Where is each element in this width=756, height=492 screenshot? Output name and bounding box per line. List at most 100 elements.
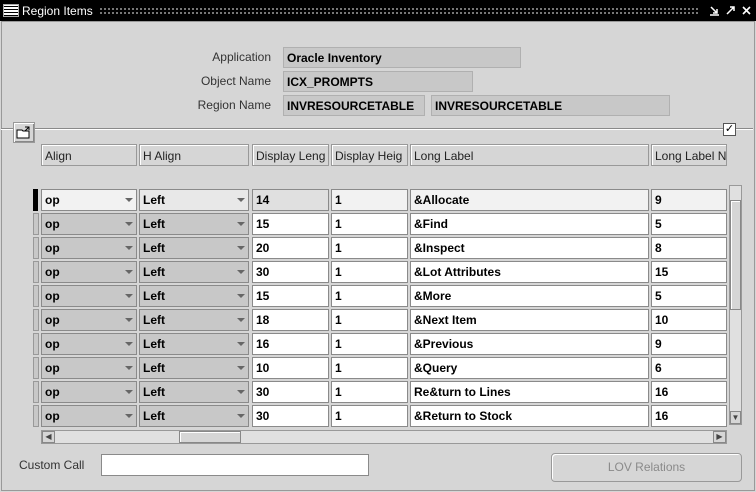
title-bar-grip[interactable] xyxy=(98,6,700,15)
long-label-cell[interactable]: &Next Item xyxy=(410,309,649,331)
row-indicator[interactable] xyxy=(33,213,39,235)
h-align-cell[interactable]: Left xyxy=(139,309,249,331)
chevron-down-icon[interactable] xyxy=(125,222,133,226)
chevron-down-icon[interactable] xyxy=(125,390,133,394)
h-align-cell[interactable]: Left xyxy=(139,189,249,211)
lov-relations-button[interactable]: LOV Relations xyxy=(551,453,742,482)
align-cell[interactable]: op xyxy=(41,333,137,355)
display-height-cell[interactable]: 1 xyxy=(331,333,408,355)
align-cell[interactable]: op xyxy=(41,261,137,283)
row-indicator[interactable] xyxy=(33,189,38,211)
display-height-cell[interactable]: 1 xyxy=(331,237,408,259)
chevron-down-icon[interactable] xyxy=(125,294,133,298)
row-indicator[interactable] xyxy=(33,309,39,331)
long-label-cell[interactable]: &Find xyxy=(410,213,649,235)
scroll-right-icon[interactable]: ▶ xyxy=(713,431,726,443)
long-label-n-cell[interactable]: 15 xyxy=(651,261,727,283)
open-folder-button[interactable] xyxy=(13,122,35,143)
chevron-down-icon[interactable] xyxy=(237,270,245,274)
record-checkbox[interactable]: ✓ xyxy=(723,123,736,136)
long-label-cell[interactable]: &Return to Stock xyxy=(410,405,649,427)
object-name-field[interactable]: ICX_PROMPTS xyxy=(283,71,473,92)
horizontal-scrollbar[interactable]: ◀ ▶ xyxy=(41,430,727,444)
chevron-down-icon[interactable] xyxy=(125,246,133,250)
chevron-down-icon[interactable] xyxy=(125,414,133,418)
col-header-h-align[interactable]: H Align xyxy=(139,144,249,166)
display-height-cell[interactable]: 1 xyxy=(331,261,408,283)
h-align-cell[interactable]: Left xyxy=(139,357,249,379)
long-label-cell[interactable]: &Allocate xyxy=(410,189,649,211)
display-length-cell[interactable]: 16 xyxy=(252,333,329,355)
col-header-display-length[interactable]: Display Leng xyxy=(252,144,329,166)
long-label-cell[interactable]: &More xyxy=(410,285,649,307)
long-label-n-cell[interactable]: 16 xyxy=(651,381,727,403)
long-label-cell[interactable]: &Lot Attributes xyxy=(410,261,649,283)
long-label-cell[interactable]: &Query xyxy=(410,357,649,379)
align-cell[interactable]: op xyxy=(41,189,137,211)
align-cell[interactable]: op xyxy=(41,405,137,427)
display-length-cell[interactable]: 14 xyxy=(252,189,329,211)
align-cell[interactable]: op xyxy=(41,357,137,379)
display-length-cell[interactable]: 18 xyxy=(252,309,329,331)
chevron-down-icon[interactable] xyxy=(237,198,245,202)
vertical-scroll-thumb[interactable] xyxy=(730,200,741,310)
long-label-n-cell[interactable]: 9 xyxy=(651,333,727,355)
chevron-down-icon[interactable] xyxy=(125,198,133,202)
scroll-down-icon[interactable]: ▼ xyxy=(730,411,741,424)
application-field[interactable]: Oracle Inventory xyxy=(283,47,521,68)
chevron-down-icon[interactable] xyxy=(237,246,245,250)
display-length-cell[interactable]: 15 xyxy=(252,213,329,235)
display-height-cell[interactable]: 1 xyxy=(331,405,408,427)
align-cell[interactable]: op xyxy=(41,237,137,259)
row-indicator[interactable] xyxy=(33,237,39,259)
display-length-cell[interactable]: 30 xyxy=(252,405,329,427)
chevron-down-icon[interactable] xyxy=(237,390,245,394)
maximize-icon[interactable] xyxy=(724,4,737,18)
region-name-field[interactable]: INVRESOURCETABLE xyxy=(431,95,670,116)
display-height-cell[interactable]: 1 xyxy=(331,213,408,235)
col-header-long-label-n[interactable]: Long Label N xyxy=(651,144,727,166)
row-indicator[interactable] xyxy=(33,261,39,283)
long-label-n-cell[interactable]: 6 xyxy=(651,357,727,379)
h-align-cell[interactable]: Left xyxy=(139,285,249,307)
chevron-down-icon[interactable] xyxy=(125,318,133,322)
long-label-n-cell[interactable]: 5 xyxy=(651,285,727,307)
chevron-down-icon[interactable] xyxy=(237,318,245,322)
row-indicator[interactable] xyxy=(33,333,39,355)
display-height-cell[interactable]: 1 xyxy=(331,357,408,379)
chevron-down-icon[interactable] xyxy=(237,414,245,418)
close-icon[interactable] xyxy=(740,4,753,18)
chevron-down-icon[interactable] xyxy=(237,294,245,298)
long-label-n-cell[interactable]: 16 xyxy=(651,405,727,427)
long-label-n-cell[interactable]: 5 xyxy=(651,213,727,235)
region-code-field[interactable]: INVRESOURCETABLE xyxy=(283,95,425,116)
display-length-cell[interactable]: 10 xyxy=(252,357,329,379)
chevron-down-icon[interactable] xyxy=(237,222,245,226)
align-cell[interactable]: op xyxy=(41,309,137,331)
chevron-down-icon[interactable] xyxy=(125,342,133,346)
align-cell[interactable]: op xyxy=(41,381,137,403)
h-align-cell[interactable]: Left xyxy=(139,213,249,235)
horizontal-scroll-thumb[interactable] xyxy=(179,431,241,443)
align-cell[interactable]: op xyxy=(41,213,137,235)
long-label-n-cell[interactable]: 8 xyxy=(651,237,727,259)
col-header-display-height[interactable]: Display Heig xyxy=(331,144,408,166)
h-align-cell[interactable]: Left xyxy=(139,261,249,283)
chevron-down-icon[interactable] xyxy=(125,270,133,274)
row-indicator[interactable] xyxy=(33,357,39,379)
display-height-cell[interactable]: 1 xyxy=(331,189,408,211)
app-menu-icon[interactable] xyxy=(3,4,19,17)
display-length-cell[interactable]: 15 xyxy=(252,285,329,307)
long-label-cell[interactable]: &Previous xyxy=(410,333,649,355)
align-cell[interactable]: op xyxy=(41,285,137,307)
chevron-down-icon[interactable] xyxy=(237,366,245,370)
scroll-left-icon[interactable]: ◀ xyxy=(42,431,55,443)
chevron-down-icon[interactable] xyxy=(125,366,133,370)
display-height-cell[interactable]: 1 xyxy=(331,285,408,307)
h-align-cell[interactable]: Left xyxy=(139,405,249,427)
display-length-cell[interactable]: 30 xyxy=(252,381,329,403)
long-label-n-cell[interactable]: 10 xyxy=(651,309,727,331)
col-header-long-label[interactable]: Long Label xyxy=(410,144,649,166)
display-height-cell[interactable]: 1 xyxy=(331,381,408,403)
custom-call-input[interactable] xyxy=(101,454,369,476)
